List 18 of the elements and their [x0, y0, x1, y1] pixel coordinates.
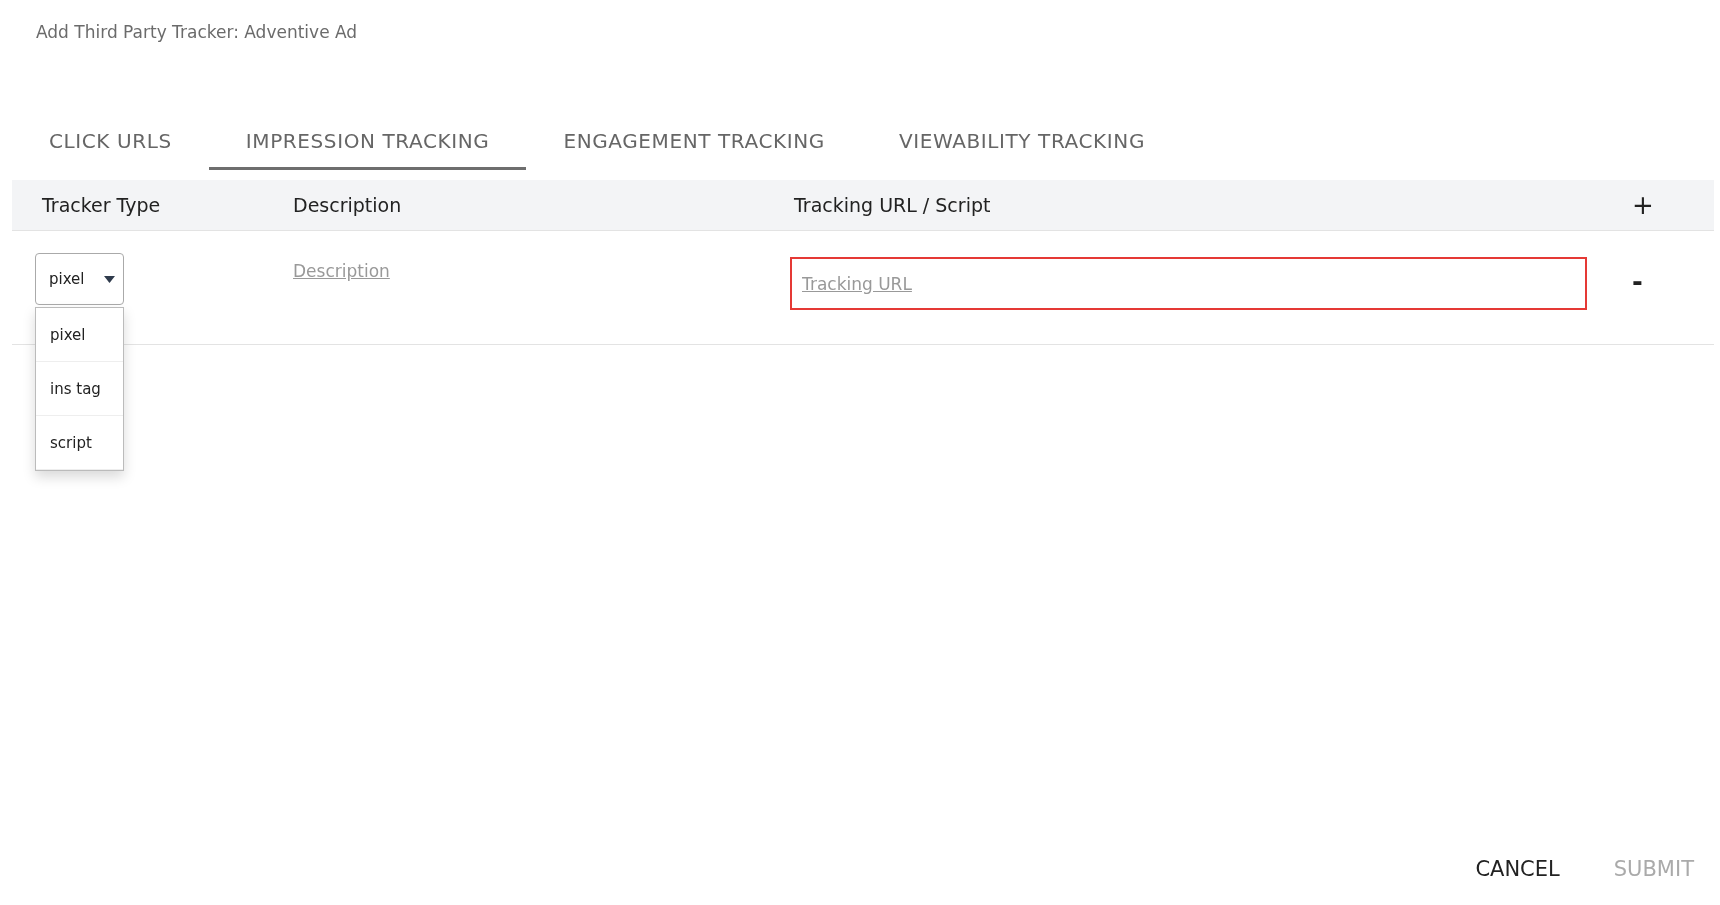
dropdown-option[interactable]: ins tag [36, 362, 123, 416]
column-header: Description [293, 194, 403, 216]
column-header: Tracking URL / Script [794, 194, 992, 216]
tab[interactable]: ENGAGEMENT TRACKING [526, 114, 862, 170]
dialog-title: Add Third Party Tracker: Adventive Ad [35, 21, 359, 44]
dialog-button[interactable]: CANCEL [1467, 851, 1568, 887]
dropdown-option[interactable]: script [36, 416, 123, 470]
tab[interactable]: CLICK URLS [12, 114, 209, 170]
tab[interactable]: VIEWABILITY TRACKING [861, 114, 1182, 170]
description-field[interactable]: Description [293, 261, 593, 281]
add-button[interactable]: + [1608, 190, 1654, 220]
remove-button[interactable]: - [1608, 267, 1643, 297]
tracker-type-select[interactable]: pixel [35, 253, 124, 305]
tab[interactable]: IMPRESSION TRACKING [208, 114, 527, 170]
dropdown-option[interactable]: pixel [36, 308, 123, 362]
tracking-url-field[interactable]: Tracking URL [790, 257, 1587, 310]
column-header: Tracker Type [42, 194, 162, 216]
caret-icon [104, 275, 115, 283]
